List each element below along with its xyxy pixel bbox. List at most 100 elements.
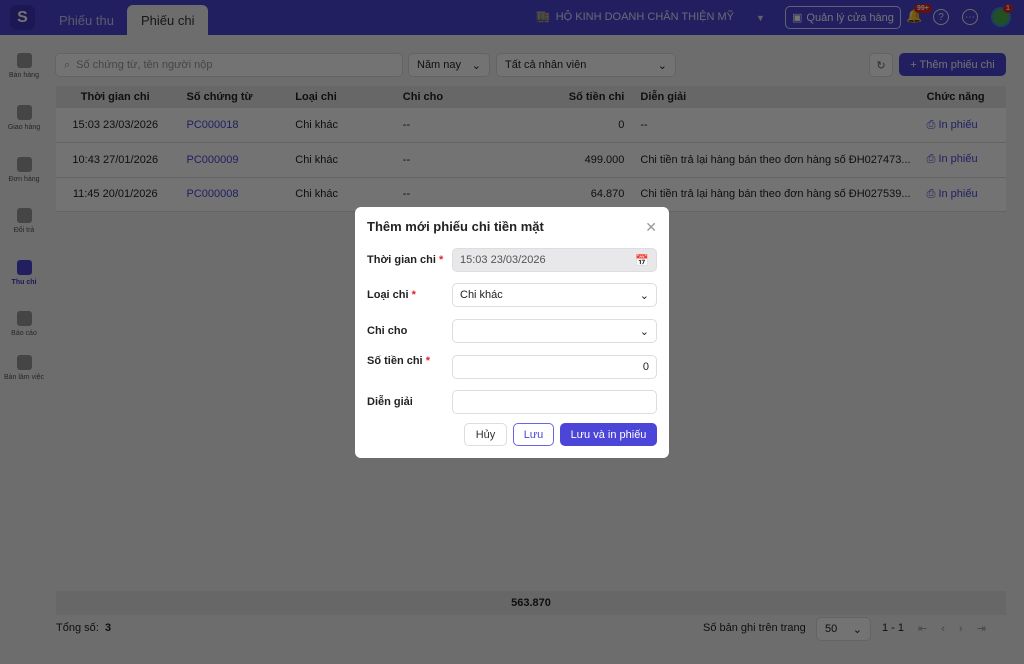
refresh-button[interactable]: ↻ (869, 53, 893, 77)
printer-icon: ⎙ (926, 153, 936, 166)
chevron-down-icon: ⌄ (639, 325, 649, 338)
chevron-down-icon: ⌄ (657, 59, 667, 72)
tab-phieu-thu[interactable]: Phiếu thu (45, 5, 128, 35)
store-name: HỘ KINH DOANH CHÂN THIỆN MỸ (555, 10, 734, 23)
add-expense-dialog: Thêm mới phiếu chi tiền mặt ✕ Thời gian … (355, 207, 669, 458)
table-row[interactable]: 10:43 27/01/2026 PC000009 Chi khác -- 499.00… (56, 142, 1006, 178)
col-actions: Chức năng (918, 86, 1006, 108)
store-icon: 🏬 (536, 11, 550, 23)
print-link[interactable]: ⎙ In phiếu (918, 142, 1006, 178)
time-cell: 10:43 27/01/2026 (56, 142, 175, 178)
manage-store-label: Quản lý cửa hàng (806, 11, 894, 24)
search-box[interactable]: ⌕ (55, 53, 403, 77)
save-button[interactable]: Lưu (513, 423, 554, 446)
sidebar-item-ban-lam-viec[interactable]: Bàn làm việc (0, 355, 48, 381)
time-cell: 11:45 20/01/2026 (56, 177, 175, 212)
time-input[interactable]: 15:03 23/03/2026 📅 (452, 248, 657, 272)
print-label: In phiếu (938, 153, 978, 166)
recipient-cell: -- (394, 108, 486, 143)
voucher-link[interactable]: PC000018 (174, 108, 288, 143)
search-icon: ⌕ (64, 58, 71, 71)
refresh-icon: ↻ (876, 59, 886, 72)
field-label: Diễn giải (367, 396, 413, 408)
sidebar-item-bao-cao[interactable]: Báo cáo (0, 311, 48, 337)
more-icon[interactable]: ⋯ (962, 9, 978, 25)
tab-phieu-chi[interactable]: Phiếu chi (127, 5, 209, 35)
store-selector[interactable]: 🏬 HỘ KINH DOANH CHÂN THIỆN MỸ (536, 10, 734, 24)
prev-page-icon[interactable]: ‹ (941, 623, 959, 635)
sidebar-item-giao-hang[interactable]: Giao hàng (0, 105, 48, 131)
field-recipient: Chi cho ⌄ (367, 319, 657, 343)
avatar-badge: 1 (1003, 4, 1013, 13)
amount-input[interactable]: 0 (452, 355, 657, 379)
manage-store-button[interactable]: ▣ Quản lý cửa hàng (785, 6, 901, 29)
field-label: Loại chi * (367, 289, 416, 301)
sidebar-item-doi-tra[interactable]: Đổi trả (0, 208, 48, 234)
type-cell: Chi khác (287, 142, 395, 178)
help-icon[interactable]: ? (933, 9, 949, 25)
total-value: 3 (104, 622, 112, 634)
col-recipient: Chi cho (394, 86, 486, 108)
truck-icon (16, 105, 32, 120)
close-icon[interactable]: ✕ (645, 219, 657, 236)
per-page-select[interactable]: 50 ⌄ (816, 617, 871, 641)
col-type: Loại chi (287, 86, 395, 108)
col-amount: Số tiền chi (485, 86, 633, 108)
top-bar: S Phiếu thu Phiếu chi 🏬 HỘ KINH DOANH CHÂ… (0, 0, 1024, 35)
type-select[interactable]: Chi khác ⌄ (452, 283, 657, 307)
total-label: Tổng số: (56, 622, 99, 634)
sidebar-label: Giao hàng (7, 124, 41, 131)
staff-select[interactable]: Tất cả nhân viên ⌄ (496, 53, 676, 77)
recipient-select[interactable]: ⌄ (452, 319, 657, 343)
per-page-label: Số bản ghi trên trang (703, 622, 806, 634)
sidebar-item-thu-chi[interactable]: Thu chi (0, 260, 48, 286)
col-description: Diễn giải (632, 86, 919, 108)
pagination-controls: ⇤‹›⇥ (918, 622, 1000, 635)
voucher-link[interactable]: PC000008 (174, 177, 288, 212)
description-cell: Chi tiền trả lại hàng bán theo đơn hàng … (632, 177, 919, 212)
sidebar-label: Bàn làm việc (3, 374, 45, 381)
field-type: Loại chi * Chi khác ⌄ (367, 283, 657, 307)
sidebar: Bán hàng Giao hàng Đơn hàng Đổi trả Thu … (0, 35, 48, 664)
chart-icon (16, 311, 32, 326)
print-label: In phiếu (938, 118, 978, 131)
time-value: 15:03 23/03/2026 (460, 254, 546, 266)
caret-down-icon[interactable]: ▼ (756, 13, 765, 23)
add-expense-button[interactable]: + Thêm phiếu chi (899, 53, 1006, 76)
voucher-link[interactable]: PC000009 (174, 142, 288, 178)
print-link[interactable]: ⎙ In phiếu (918, 108, 1006, 143)
sidebar-item-ban-hang[interactable]: Bán hàng (0, 53, 48, 79)
clipboard-icon: ▣ (792, 12, 803, 24)
recipient-cell: -- (394, 142, 486, 178)
sidebar-item-don-hang[interactable]: Đơn hàng (0, 157, 48, 183)
period-select[interactable]: Năm nay ⌄ (408, 53, 490, 77)
field-label: Số tiền chi * (367, 355, 430, 367)
chevron-down-icon: ⌄ (852, 623, 862, 636)
table-row[interactable]: 15:03 23/03/2026 PC000018 Chi khác -- 0 -- ⎙ I… (56, 108, 1006, 143)
label-text: Thời gian chi (367, 254, 436, 266)
description-input[interactable] (452, 390, 657, 414)
field-label: Thời gian chi * (367, 254, 444, 266)
field-label: Chi cho (367, 325, 408, 337)
sidebar-label: Thu chi (11, 279, 37, 286)
period-value: Năm nay (417, 59, 462, 71)
field-time: Thời gian chi * 15:03 23/03/2026 📅 (367, 248, 657, 272)
app-logo[interactable]: S (10, 5, 35, 30)
amount-cell: 0 (485, 108, 633, 143)
per-page-value: 50 (825, 623, 838, 635)
sidebar-label: Bán hàng (9, 72, 39, 79)
notification-badge: 99+ (914, 4, 932, 13)
first-page-icon[interactable]: ⇤ (918, 623, 941, 635)
print-link[interactable]: ⎙ In phiếu (918, 177, 1006, 212)
search-input[interactable] (76, 59, 377, 71)
save-and-print-button[interactable]: Lưu và in phiếu (560, 423, 657, 446)
next-page-icon[interactable]: › (959, 623, 977, 635)
total-count: Tổng số: 3 (56, 622, 111, 634)
last-page-icon[interactable]: ⇥ (977, 623, 1000, 635)
total-amount: 563.870 (56, 591, 1006, 615)
calendar-icon: 📅 (635, 254, 649, 267)
document-icon (16, 157, 32, 172)
description-cell: -- (632, 108, 919, 143)
type-cell: Chi khác (287, 108, 395, 143)
cancel-button[interactable]: Hủy (464, 423, 507, 446)
